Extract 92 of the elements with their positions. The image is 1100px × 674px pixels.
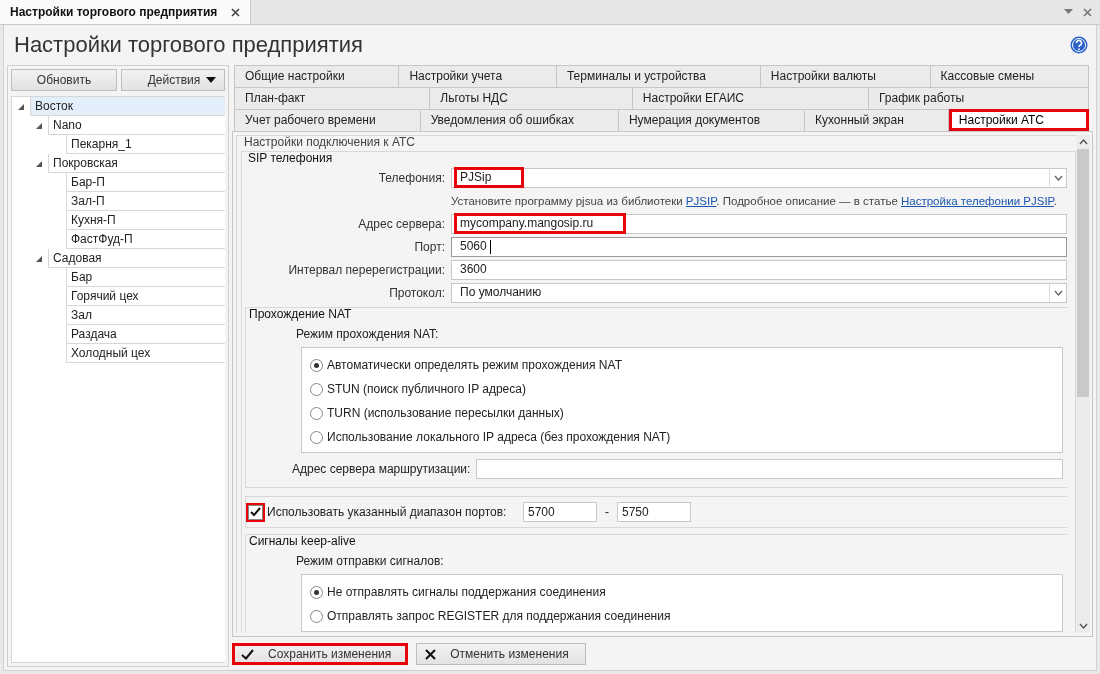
close-icon[interactable] bbox=[231, 7, 241, 17]
dropdown-field[interactable]: По умолчанию bbox=[451, 282, 1067, 303]
radio-label[interactable]: TURN (использование пересылки данных) bbox=[327, 406, 564, 420]
settings-tab[interactable]: План-факт bbox=[234, 87, 431, 109]
input-field[interactable]: 5060 bbox=[451, 236, 1067, 257]
tree-item[interactable]: Пекарня_1 bbox=[66, 135, 225, 154]
settings-tab[interactable]: График работы bbox=[868, 87, 1089, 109]
settings-tab[interactable]: Уведомления об ошибках bbox=[420, 109, 619, 131]
field-label: Протокол: bbox=[388, 285, 446, 300]
collapse-arrow-icon[interactable] bbox=[17, 102, 25, 111]
group-title: Настройки подключения к АТС bbox=[243, 135, 416, 151]
mode-label: Режим прохождения NAT: bbox=[295, 327, 440, 341]
settings-tab[interactable]: Кассовые смены bbox=[930, 65, 1089, 87]
field-label: Телефония: bbox=[377, 170, 446, 185]
tree-item[interactable]: Покровская bbox=[48, 154, 225, 173]
group-title: SIP телефония bbox=[247, 151, 334, 167]
tree-item[interactable]: Бар-П bbox=[66, 173, 225, 192]
tree-item[interactable]: Восток bbox=[30, 97, 225, 116]
field-value: По умолчанию bbox=[459, 284, 543, 301]
radio-label[interactable]: Использование локального IP адреса (без прохождения NAT) bbox=[327, 430, 671, 444]
field-value: PJSip bbox=[454, 167, 525, 188]
field-label: Интервал перерегистрации: bbox=[287, 262, 446, 277]
checkbox[interactable] bbox=[248, 504, 263, 520]
settings-tab[interactable]: Общие настройки bbox=[234, 65, 400, 87]
radio-label[interactable]: Не отправлять сигналы поддержания соединения bbox=[327, 585, 606, 599]
tree-item[interactable]: Садовая bbox=[48, 249, 225, 268]
refresh-button[interactable]: Обновить bbox=[11, 69, 117, 91]
tree-item[interactable]: Зал bbox=[66, 306, 225, 325]
settings-tab[interactable]: Нумерация документов bbox=[618, 109, 805, 131]
help-icon[interactable] bbox=[1070, 36, 1088, 54]
chevron-down-icon bbox=[1053, 289, 1063, 296]
field-label: Порт: bbox=[413, 239, 446, 254]
field-value: 3600 bbox=[459, 261, 488, 278]
close-icon bbox=[425, 648, 437, 660]
radio-button[interactable] bbox=[310, 358, 323, 372]
input-field[interactable]: 3600 bbox=[451, 259, 1067, 280]
settings-tab[interactable]: Настройки ЕГАИС bbox=[632, 87, 869, 109]
settings-tab[interactable]: Учет рабочего времени bbox=[234, 109, 421, 131]
tree-item[interactable]: Кухня-П bbox=[66, 211, 225, 230]
radio-label[interactable]: STUN (поиск публичного IP адреса) bbox=[327, 382, 526, 396]
hint-text: Установите программу pjsua из библиотеки PJSIP. Подробное описание — в статье Настройка телефонии PJSIP. bbox=[451, 194, 1057, 207]
dropdown-arrow-icon[interactable] bbox=[1064, 9, 1073, 15]
input-field[interactable]: 5700 bbox=[523, 502, 597, 522]
radio-label[interactable]: Автоматически определять режим прохождения NAT bbox=[327, 358, 622, 372]
group-title: Прохождение NAT bbox=[248, 307, 353, 323]
mode-label: Режим отправки сигналов: bbox=[295, 554, 445, 568]
radio-button[interactable] bbox=[310, 382, 323, 396]
settings-tab[interactable]: Настройки учета bbox=[399, 65, 557, 87]
tree-item[interactable]: Зал-П bbox=[66, 192, 225, 211]
field-label: Адрес сервера маршрутизации: bbox=[292, 462, 471, 476]
settings-tab[interactable]: Терминалы и устройства bbox=[556, 65, 761, 87]
group-title: Сигналы keep-alive bbox=[248, 534, 357, 550]
input-field[interactable]: mycompany.mangosip.ru bbox=[451, 213, 1067, 234]
radio-label[interactable]: Отправлять запрос REGISTER для поддержания соединения bbox=[327, 609, 671, 623]
radio-button[interactable] bbox=[310, 430, 323, 444]
chevron-down-icon bbox=[1053, 174, 1063, 181]
tree-item[interactable]: Раздача bbox=[66, 325, 225, 344]
field-value: 5060 bbox=[459, 238, 488, 255]
collapse-arrow-icon[interactable] bbox=[35, 159, 43, 168]
collapse-arrow-icon[interactable] bbox=[35, 121, 43, 130]
save-button[interactable]: Сохранить изменения bbox=[232, 643, 409, 665]
range-separator: - bbox=[605, 505, 609, 519]
scrollbar[interactable] bbox=[1076, 135, 1090, 633]
document-tab[interactable]: Настройки торгового предприятия bbox=[0, 0, 252, 24]
radio-button[interactable] bbox=[310, 609, 323, 623]
scroll-up-icon[interactable] bbox=[1078, 139, 1088, 145]
tree-item[interactable]: ФастФуд-П bbox=[66, 230, 225, 249]
radio-button[interactable] bbox=[310, 585, 323, 599]
field-value: mycompany.mangosip.ru bbox=[454, 213, 627, 234]
scroll-down-icon[interactable] bbox=[1078, 623, 1088, 629]
link[interactable]: PJSIP bbox=[685, 194, 717, 207]
tree-item[interactable]: Nano bbox=[48, 116, 225, 135]
settings-tab[interactable]: Настройки валюты bbox=[760, 65, 931, 87]
field-label: Адрес сервера: bbox=[357, 216, 446, 231]
radio-button[interactable] bbox=[310, 406, 323, 420]
checkmark-icon bbox=[241, 648, 254, 660]
tree-item[interactable]: Бар bbox=[66, 268, 225, 287]
settings-tab[interactable]: Настройки АТС bbox=[948, 109, 1090, 131]
caret-icon bbox=[206, 77, 216, 83]
tree-item[interactable]: Холодный цех bbox=[66, 344, 225, 363]
settings-tab[interactable]: Кухонный экран bbox=[805, 109, 949, 131]
checkbox-label[interactable]: Использовать указанный диапазон портов: bbox=[267, 505, 523, 519]
input-field[interactable]: 5750 bbox=[617, 502, 691, 522]
input-field[interactable] bbox=[476, 459, 1063, 479]
settings-tab[interactable]: Льготы НДС bbox=[430, 87, 633, 109]
collapse-arrow-icon[interactable] bbox=[35, 254, 43, 263]
link[interactable]: Настройка телефонии PJSIP bbox=[901, 194, 1054, 207]
tree-item[interactable]: Горячий цех bbox=[66, 287, 225, 306]
cancel-button[interactable]: Отменить изменения bbox=[416, 643, 586, 665]
page-title: Настройки торгового предприятия bbox=[14, 32, 363, 58]
actions-dropdown-button[interactable]: Действия bbox=[121, 69, 225, 91]
dropdown-field[interactable]: PJSip bbox=[451, 167, 1067, 188]
